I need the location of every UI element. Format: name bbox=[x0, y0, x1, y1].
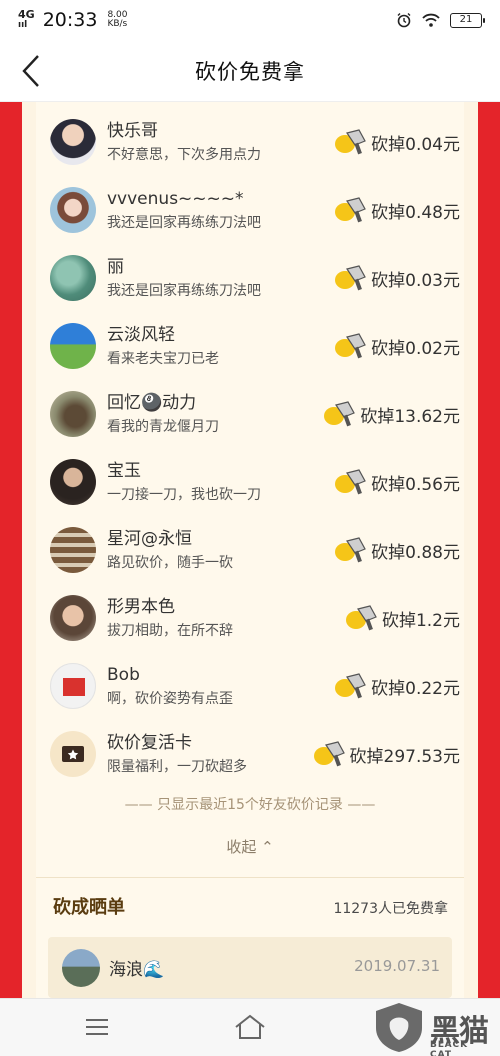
share-date: 2019.07.31 bbox=[354, 957, 440, 975]
bargain-record-row: 云淡风轻看来老夫宝刀已老 砍掉0.02元 bbox=[50, 312, 460, 380]
bargain-record-row: Bob 啊，砍价姿势有点歪 砍掉0.22元 bbox=[50, 652, 460, 720]
shield-icon bbox=[376, 1003, 422, 1052]
bargain-amount: 砍掉0.88元 bbox=[371, 542, 460, 563]
bargain-amount: 砍掉13.62元 bbox=[360, 406, 460, 427]
cleaver-icon bbox=[335, 537, 366, 563]
friend-name: 砍价复活卡 bbox=[107, 732, 192, 753]
friend-comment: 不好意思，下次多用点力 bbox=[107, 146, 261, 163]
page-title: 砍价免费拿 bbox=[195, 59, 305, 84]
watermark-subtext: BLACK CAT bbox=[430, 1040, 469, 1056]
share-card[interactable]: 海浪🌊 2019.07.31 bbox=[48, 937, 452, 998]
cleaver-icon bbox=[335, 673, 366, 699]
network-indicator: 4G ııl bbox=[18, 8, 35, 30]
bargain-amount: 砍掉0.02元 bbox=[371, 338, 460, 359]
cleaver-icon bbox=[335, 197, 366, 223]
avatar bbox=[50, 663, 96, 709]
bargain-record-row: 星河@永恒路见砍价，随手一砍 砍掉0.88元 bbox=[50, 516, 460, 584]
cleaver-icon bbox=[335, 129, 366, 155]
wifi-icon bbox=[422, 13, 440, 27]
friend-comment: 一刀接一刀，我也砍一刀 bbox=[107, 486, 261, 503]
battery-indicator: 21 bbox=[450, 12, 485, 28]
friend-name: 丽 bbox=[107, 256, 124, 277]
bargain-amount: 砍掉0.48元 bbox=[371, 202, 460, 223]
friend-comment: 看我的青龙偃月刀 bbox=[107, 418, 219, 435]
cleaver-icon bbox=[313, 741, 345, 767]
cleaver-icon bbox=[345, 605, 377, 631]
status-bar: 4G ııl 20:33 8.00 KB/s 21 bbox=[0, 0, 500, 40]
bargain-record-row: 回忆🎱动力看我的青龙偃月刀 砍掉13.62元 bbox=[50, 380, 460, 448]
cleaver-icon bbox=[335, 469, 366, 495]
bargain-amount: 砍掉0.56元 bbox=[371, 474, 460, 495]
friend-name: 形男本色 bbox=[107, 596, 175, 617]
avatar bbox=[50, 731, 96, 777]
cleaver-icon bbox=[324, 401, 356, 427]
bargain-amount: 砍掉0.04元 bbox=[371, 134, 460, 155]
bargain-record-row: vvvenus~~~~* 我还是回家再练练刀法吧 砍掉0.48元 bbox=[50, 176, 460, 244]
friend-comment: 拔刀相助，在所不辞 bbox=[107, 622, 233, 639]
section-divider bbox=[36, 877, 464, 878]
friend-name: 回忆🎱动力 bbox=[107, 392, 197, 413]
back-button[interactable] bbox=[14, 52, 48, 90]
bargain-record-row: 丽我还是回家再练练刀法吧 砍掉0.03元 bbox=[50, 244, 460, 312]
bargain-record-row: 快乐哥不好意思，下次多用点力 砍掉0.04元 bbox=[50, 108, 460, 176]
menu-icon[interactable] bbox=[84, 1017, 110, 1037]
avatar bbox=[50, 255, 96, 301]
bargain-record-row: 宝玉一刀接一刀，我也砍一刀 砍掉0.56元 bbox=[50, 448, 460, 516]
watermark-logo: 黑猫 BLACK CAT bbox=[372, 1000, 492, 1056]
friend-comment: 我还是回家再练练刀法吧 bbox=[107, 282, 261, 299]
home-icon[interactable] bbox=[233, 1013, 267, 1041]
bargain-record-row: 砍价复活卡限量福利，一刀砍超多 砍掉297.53元 bbox=[50, 720, 460, 788]
bargain-record-list: 快乐哥不好意思，下次多用点力 砍掉0.04元 vvvenus~~~~* 我还是回家… bbox=[50, 108, 460, 788]
avatar bbox=[62, 949, 100, 987]
friend-name: Bob bbox=[107, 664, 140, 685]
friend-comment: 啊，砍价姿势有点歪 bbox=[107, 690, 233, 707]
frame-left-decoration bbox=[0, 102, 22, 998]
avatar bbox=[50, 391, 96, 437]
bargain-record-row: 形男本色拔刀相助，在所不辞 砍掉1.2元 bbox=[50, 584, 460, 652]
bargain-amount: 砍掉0.22元 bbox=[371, 678, 460, 699]
friend-name: 快乐哥 bbox=[107, 120, 158, 141]
share-user-name: 海浪🌊 bbox=[109, 960, 165, 980]
avatar bbox=[50, 187, 96, 233]
bargain-amount: 砍掉0.03元 bbox=[371, 270, 460, 291]
friend-comment: 限量福利，一刀砍超多 bbox=[107, 758, 247, 775]
bargain-amount: 砍掉1.2元 bbox=[381, 610, 460, 631]
cleaver-icon bbox=[335, 333, 366, 359]
avatar bbox=[50, 595, 96, 641]
avatar bbox=[50, 119, 96, 165]
friend-comment: 路见砍价，随手一砍 bbox=[107, 554, 233, 571]
friend-name: 宝玉 bbox=[107, 460, 141, 481]
friend-comment: 看来老夫宝刀已老 bbox=[107, 350, 219, 367]
section-title: 砍成晒单 bbox=[53, 897, 125, 918]
header-bar: 砍价免费拿 bbox=[0, 40, 500, 102]
network-speed: 8.00 KB/s bbox=[107, 10, 128, 29]
cleaver-icon bbox=[335, 265, 366, 291]
status-time: 20:33 bbox=[42, 9, 98, 31]
friend-name: vvvenus~~~~* bbox=[107, 188, 244, 209]
friend-name: 星河@永恒 bbox=[107, 528, 192, 549]
avatar bbox=[50, 459, 96, 505]
free-count: 11273人已免费拿 bbox=[333, 901, 448, 917]
frame-right-decoration bbox=[478, 102, 500, 998]
bargain-amount: 砍掉297.53元 bbox=[349, 746, 460, 767]
chevron-left-icon bbox=[22, 55, 39, 87]
friend-name: 云淡风轻 bbox=[107, 324, 175, 345]
friend-comment: 我还是回家再练练刀法吧 bbox=[107, 214, 261, 231]
avatar bbox=[50, 527, 96, 573]
collapse-button[interactable]: 收起 ⌃ bbox=[36, 836, 464, 857]
avatar bbox=[50, 323, 96, 369]
alarm-icon bbox=[397, 13, 411, 28]
star-card-icon bbox=[62, 746, 84, 762]
records-limit-hint: —— 只显示最近15个好友砍价记录 —— bbox=[124, 797, 376, 813]
